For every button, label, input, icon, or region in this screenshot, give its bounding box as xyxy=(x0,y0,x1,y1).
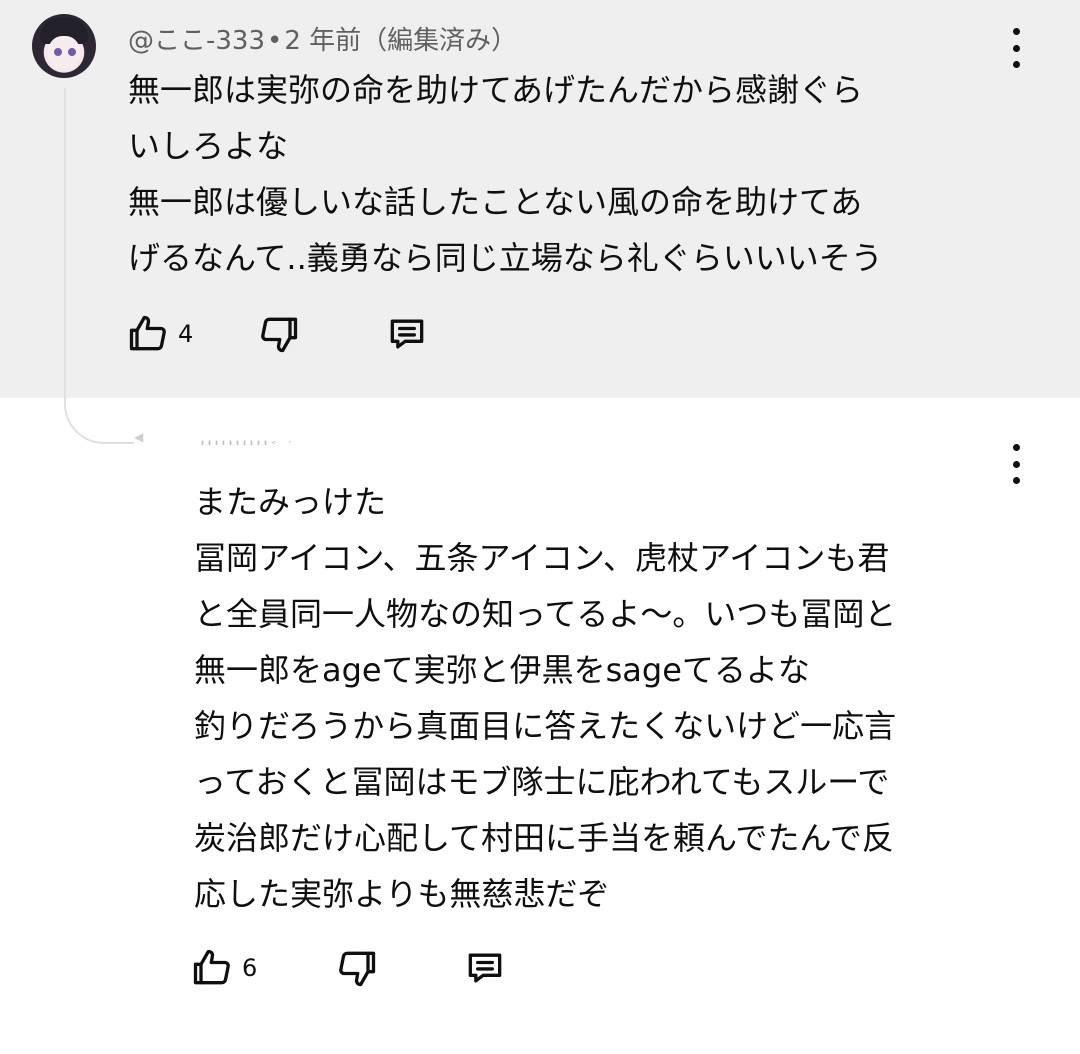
reply-button[interactable] xyxy=(385,312,429,356)
comments-screen: ◀ @ここ-333•2 年前（編集済み） 無一郎は実弥の命を助けてあげたんだから… xyxy=(0,0,1080,1054)
reply-like-count: 6 xyxy=(242,954,258,982)
reply-thread-connector xyxy=(64,88,134,444)
reply-line: と全員同一人物なの知ってるよ〜。いつも冨岡と xyxy=(194,595,897,633)
comment-header: @ここ-333•2 年前（編集済み） xyxy=(128,20,517,57)
thread-connector-arrow: ◀ xyxy=(134,430,144,444)
thumbs-up-icon xyxy=(129,315,166,351)
more-vertical-icon xyxy=(1012,28,1020,35)
comment-line: 無一郎は実弥の命を助けてあげたんだから感謝ぐら xyxy=(128,71,864,109)
more-vertical-icon-dot xyxy=(1012,460,1020,468)
reply-line: 無一郎をageて実弥と伊黒をsageてるよな xyxy=(194,651,810,689)
comment-line: 無一郎は優しいな話したことない風の命を助けてあ xyxy=(128,183,863,221)
avatar-eye-left xyxy=(54,48,62,56)
avatar[interactable] xyxy=(32,14,96,78)
comment-username[interactable]: @ここ-333 xyxy=(128,26,265,56)
reply-line: 釣りだろうから真面目に答えたくないけど一応言 xyxy=(194,707,897,745)
more-vertical-icon-dot xyxy=(1012,477,1020,484)
more-vertical-icon-dot xyxy=(1012,61,1020,68)
thumbs-down-icon xyxy=(339,951,376,987)
reply-line: 応した実弥よりも無慈悲だぞ xyxy=(194,875,610,913)
dislike-button[interactable] xyxy=(257,312,301,356)
thumbs-down-icon xyxy=(261,317,298,353)
comment-reply-icon xyxy=(468,953,502,983)
reply-username[interactable]: ıııııııııı‹ · xyxy=(200,438,295,447)
reply-reply-button[interactable] xyxy=(463,946,507,990)
reply-body: またみっけた 冨岡アイコン、五条アイコン、虎杖アイコンも君 と全員同一人物なの知… xyxy=(194,474,896,922)
header-separator: • xyxy=(267,26,283,56)
more-vertical-icon xyxy=(1012,444,1020,451)
comment-body: 無一郎は実弥の命を助けてあげたんだから感謝ぐら いしろよな 無一郎は優しいな話し… xyxy=(128,62,883,286)
like-count: 4 xyxy=(178,320,194,348)
comment-actions: 4 xyxy=(126,312,429,356)
avatar-eye-right xyxy=(68,48,76,56)
reply-line: またみっけた xyxy=(194,483,387,521)
comment-line: いしろよな xyxy=(128,127,289,165)
reply-dislike-button[interactable] xyxy=(335,946,379,990)
reply-line: 冨岡アイコン、五条アイコン、虎杖アイコンも君 xyxy=(194,539,890,577)
reply-line: 炭治郎だけ心配して村田に手当を頼んでたんで反 xyxy=(194,819,894,857)
reply-line: っておくと冨岡はモブ隊士に庇われてもスルーで xyxy=(194,763,890,801)
more-vertical-icon-dot xyxy=(1012,44,1020,52)
comment-reply-icon xyxy=(390,319,424,349)
comment-timestamp: 2 年前（編集済み） xyxy=(284,26,518,56)
comment-line: げるなんて..義勇なら同じ立場なら礼ぐらいいいそう xyxy=(128,239,883,277)
reply-actions: 6 xyxy=(190,946,507,990)
reply-like-button[interactable]: 6 xyxy=(190,946,257,990)
reply-more-button[interactable] xyxy=(1010,444,1022,484)
comment-more-button[interactable] xyxy=(1010,28,1022,68)
thumbs-up-icon xyxy=(193,949,230,985)
like-button[interactable]: 4 xyxy=(126,312,193,356)
